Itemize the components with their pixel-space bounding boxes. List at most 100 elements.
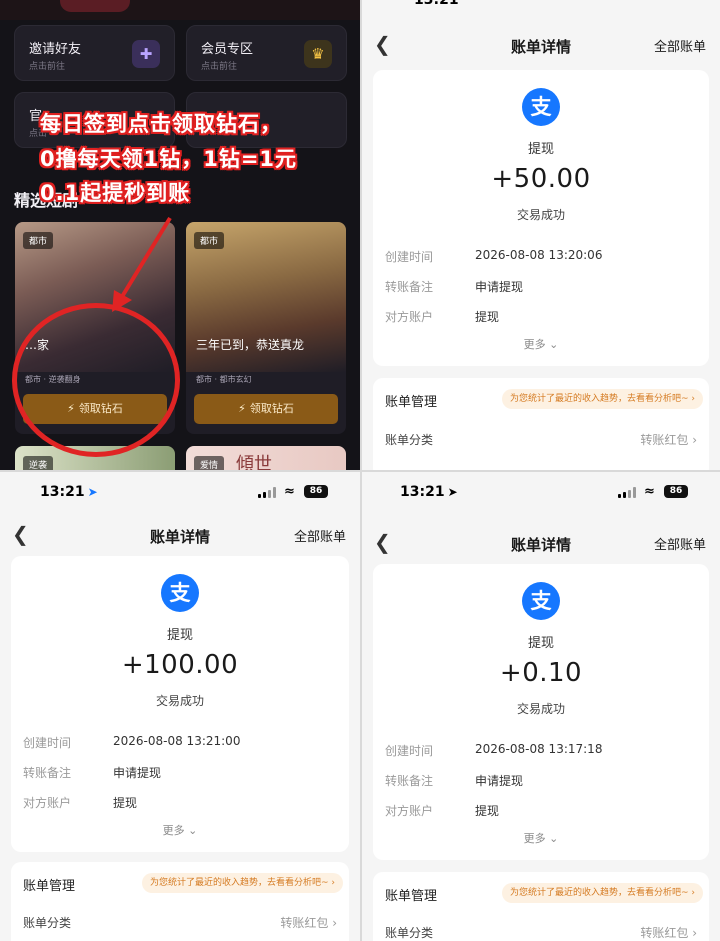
- all-bills-link[interactable]: 全部账单: [294, 526, 346, 545]
- status-time: 13:21 ➤: [40, 484, 98, 500]
- all-bills-link[interactable]: 全部账单: [654, 534, 706, 553]
- bolt-icon: ⚡: [238, 402, 246, 415]
- row-key: 转账备注: [385, 280, 434, 294]
- drama-card[interactable]: 爱情 傾世: [186, 446, 346, 470]
- genre-tag: 爱情: [194, 456, 225, 470]
- more-label: 更多: [523, 338, 546, 351]
- income-analysis-pill[interactable]: 为您统计了最近的收入趋势，去看看分析吧~ ›: [501, 883, 703, 903]
- invite-friends-card[interactable]: 邀请好友 点击前往 ✚: [14, 25, 175, 81]
- promo-overlay-line: 0.1起提秒到账: [40, 181, 191, 205]
- vip-zone-card[interactable]: 会员专区 点击前往 ♛: [186, 25, 347, 81]
- button-label: 领取钻石: [78, 402, 123, 415]
- alipay-icon: 支: [522, 582, 560, 620]
- status-bar: 13:21 ➤ ≈ 86: [362, 472, 720, 516]
- button-label: 领取钻石: [249, 402, 294, 415]
- status-time: 13:21: [414, 0, 459, 8]
- genre-tag: 都市: [194, 232, 225, 249]
- pill-label: 为您统计了最近的收入趋势，去看看分析吧~: [149, 878, 329, 888]
- claim-diamond-button[interactable]: ⚡ 领取钻石: [23, 394, 167, 424]
- drama-card[interactable]: 逆袭: [15, 446, 175, 470]
- card-subtitle: 点击前往: [29, 62, 66, 72]
- row-value: 2026-08-08 13:20:06: [475, 248, 603, 262]
- drama-title: 三年已到，恭送真龙: [196, 338, 305, 352]
- more-link[interactable]: 更多 ⌄: [373, 336, 709, 352]
- poster-title-art: 傾世: [236, 454, 272, 470]
- bill-management-card: 账单管理 为您统计了最近的收入趋势，去看看分析吧~ › 账单分类 转账红包 ›: [373, 872, 709, 941]
- transaction-amount: +100.00: [121, 650, 239, 680]
- transaction-status: 交易成功: [516, 208, 565, 222]
- detail-row: 转账备注 申请提现: [385, 772, 697, 792]
- card-title: 邀请好友: [29, 42, 82, 57]
- genre-tag: 逆袭: [23, 456, 54, 470]
- income-analysis-pill[interactable]: 为您统计了最近的收入趋势，去看看分析吧~ ›: [141, 873, 343, 893]
- nav-bar: ❮ 账单详情 全部账单: [0, 516, 360, 556]
- nav-bar: ❮ 账单详情 全部账单: [362, 26, 720, 66]
- transaction-card: 支 提现 +0.10 交易成功 创建时间 2026-08-08 13:17:18 …: [373, 564, 709, 860]
- bill-category-value[interactable]: 转账红包 ›: [640, 924, 697, 941]
- row-key: 创建时间: [385, 744, 434, 758]
- bill-management-card: 账单管理 为您统计了最近的收入趋势，去看看分析吧~ › 账单分类 转账红包 ›: [373, 378, 709, 470]
- more-label: 更多: [162, 824, 185, 837]
- signal-icon: [258, 487, 276, 498]
- more-link[interactable]: 更多 ⌄: [11, 822, 349, 838]
- row-key: 对方账户: [385, 804, 434, 818]
- chevron-down-icon: ⌄: [549, 338, 559, 351]
- row-value: 提现: [475, 804, 500, 818]
- row-value: 提现: [475, 310, 500, 324]
- chevron-right-icon: ›: [692, 433, 697, 447]
- category-value-text: 转账红包: [640, 433, 689, 447]
- row-value: 2026-08-08 13:21:00: [113, 734, 241, 748]
- location-icon: ➤: [87, 485, 98, 499]
- promo-overlay-line: 0撸每天领1钻，1钻=1元: [40, 147, 298, 171]
- bolt-icon: ⚡: [67, 402, 75, 415]
- chevron-right-icon: ›: [331, 878, 335, 888]
- transaction-type: 提现: [527, 636, 554, 651]
- row-value: 申请提现: [475, 280, 524, 294]
- bill-category-value[interactable]: 转账红包 ›: [640, 431, 697, 448]
- detail-row: 创建时间 2026-08-08 13:21:00: [23, 734, 337, 754]
- status-time: 13:21 ➤: [400, 484, 458, 500]
- drama-card[interactable]: 都市 三年已到，恭送真龙 都市 · 都市玄幻 ⚡ 领取钻石: [186, 222, 346, 434]
- status-bar: 13:21 ➤ ≈ 86: [0, 472, 360, 516]
- signal-icon: [618, 487, 636, 498]
- chevron-down-icon: ⌄: [188, 824, 198, 837]
- chevron-right-icon: ›: [691, 394, 695, 404]
- transaction-amount: +50.00: [491, 164, 591, 194]
- all-bills-link[interactable]: 全部账单: [654, 36, 706, 55]
- promo-overlay-line: 每日签到点击领取钻石，: [40, 112, 282, 136]
- bill-management-card: 账单管理 为您统计了最近的收入趋势，去看看分析吧~ › 账单分类 转账红包 ›: [11, 862, 349, 941]
- bill-management-title: 账单管理: [23, 879, 76, 894]
- bill-detail-panel: 13:21 ➤ ≈ 86 ❮ 账单详情 全部账单 支 提现 +100.00 交易成…: [0, 472, 360, 941]
- wifi-icon: ≈: [284, 484, 295, 499]
- pill-label: 为您统计了最近的收入趋势，去看看分析吧~: [509, 888, 689, 898]
- transaction-amount: +0.10: [499, 658, 583, 688]
- chevron-right-icon: ›: [332, 916, 337, 930]
- bill-category-label: 账单分类: [385, 433, 434, 447]
- detail-row: 对方账户 提现: [23, 794, 337, 814]
- transaction-card: 支 提现 +100.00 交易成功 创建时间 2026-08-08 13:21:0…: [11, 556, 349, 852]
- chevron-right-icon: ›: [691, 888, 695, 898]
- transaction-type: 提现: [166, 628, 193, 643]
- time-text: 13:21: [40, 484, 85, 500]
- drama-card[interactable]: 都市 …家 都市 · 逆袭翻身 ⚡ 领取钻石: [15, 222, 175, 434]
- bill-detail-panel: ❮ 账单详情 全部账单 支 提现 +50.00 交易成功 创建时间 2026-08…: [362, 0, 720, 470]
- bill-category-label: 账单分类: [23, 916, 72, 930]
- bill-category-value[interactable]: 转账红包 ›: [280, 914, 337, 931]
- person-add-icon: ✚: [132, 40, 160, 68]
- card-title: 会员专区: [201, 42, 254, 57]
- row-value: 申请提现: [113, 766, 162, 780]
- claim-diamond-button[interactable]: ⚡ 领取钻石: [194, 394, 338, 424]
- bill-detail-panel: 13:21 ➤ ≈ 86 ❮ 账单详情 全部账单 支 提现 +0.10 交易成功 …: [362, 472, 720, 941]
- transaction-status: 交易成功: [155, 694, 204, 708]
- alipay-icon: 支: [161, 574, 199, 612]
- detail-row: 创建时间 2026-08-08 13:20:06: [385, 248, 697, 268]
- more-link[interactable]: 更多 ⌄: [373, 830, 709, 846]
- income-analysis-pill[interactable]: 为您统计了最近的收入趋势，去看看分析吧~ ›: [501, 389, 703, 409]
- row-key: 对方账户: [385, 310, 434, 324]
- row-key: 对方账户: [23, 796, 72, 810]
- row-key: 创建时间: [23, 736, 72, 750]
- pill-label: 为您统计了最近的收入趋势，去看看分析吧~: [509, 394, 689, 404]
- card-subtitle: 点击前往: [201, 62, 238, 72]
- more-label: 更多: [523, 832, 546, 845]
- detail-row: 创建时间 2026-08-08 13:17:18: [385, 742, 697, 762]
